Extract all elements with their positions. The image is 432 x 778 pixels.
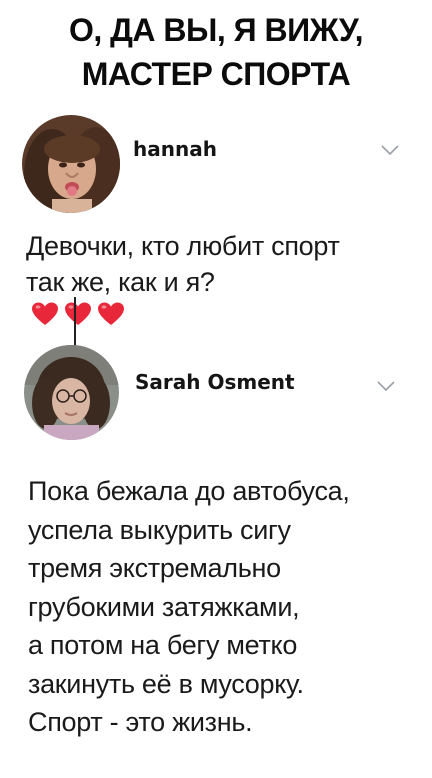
- post-username[interactable]: hannah: [133, 137, 217, 161]
- reply-username[interactable]: Sarah Osment: [135, 370, 295, 394]
- avatar-sarah-osment[interactable]: [24, 345, 119, 440]
- hearts-emoji: [30, 300, 340, 336]
- reply-text-line-6: закинуть её в мусорку.: [28, 668, 304, 699]
- reply-text-line-2: успела выкурить сигу: [28, 514, 291, 545]
- meme-caption-line-1: О, ДА ВЫ, Я ВИЖУ,: [68, 12, 364, 48]
- reply-text: Пока бежала до автобуса, успела выкурить…: [28, 472, 350, 742]
- avatar-hannah[interactable]: [22, 115, 120, 213]
- reply-text-line-4: грубокими затяжками,: [28, 591, 300, 622]
- reply-text-line-1: Пока бежала до автобуса,: [28, 476, 350, 506]
- reply-text-line-3: тремя экстремально: [28, 553, 281, 583]
- meme-caption-line-2: МАСТЕР СПОРТА: [81, 56, 351, 92]
- meme-caption: О, ДА ВЫ, Я ВИЖУ, МАСТЕР СПОРТА: [0, 8, 432, 96]
- thread-connector-line: [74, 297, 76, 347]
- chevron-down-icon[interactable]: [380, 144, 400, 156]
- reply-text-line-7: Спорт - это жизнь.: [28, 707, 253, 737]
- chevron-down-icon[interactable]: [376, 380, 396, 392]
- reply-text-line-5: а потом на бегу метко: [28, 630, 298, 660]
- post-text-line-1: Девочки, кто любит спорт: [26, 231, 340, 261]
